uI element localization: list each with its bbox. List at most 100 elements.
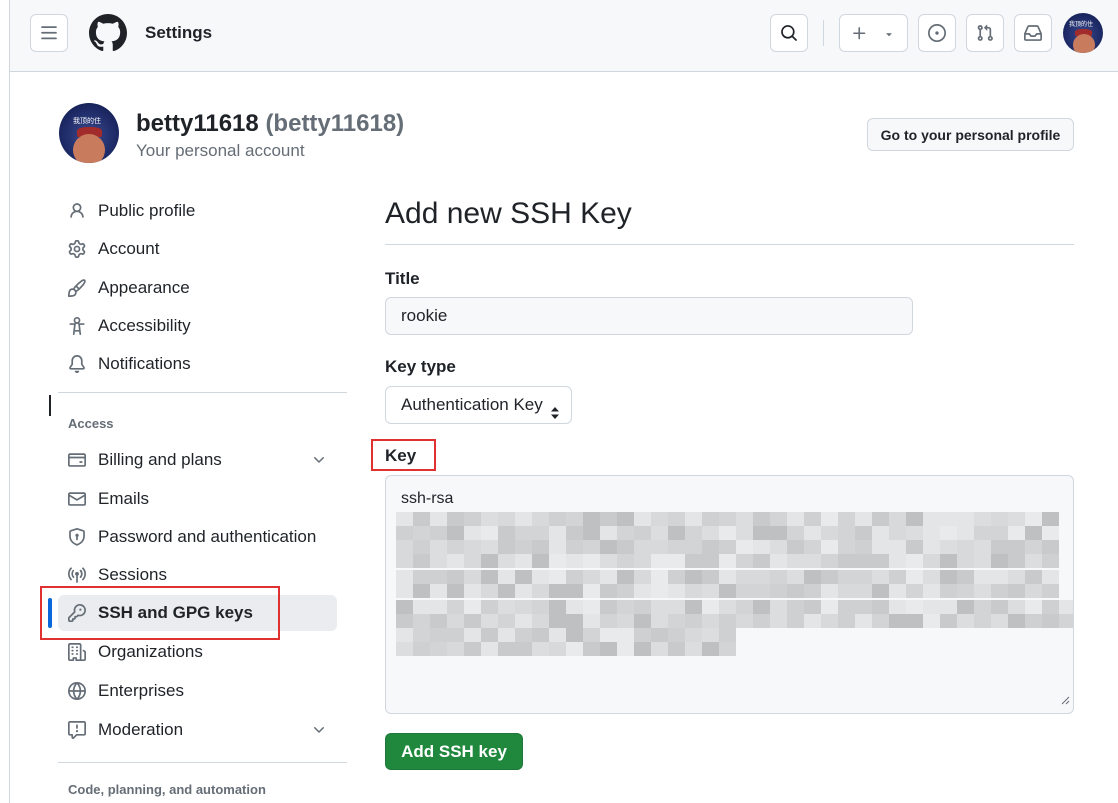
redaction-pixel <box>1042 570 1059 584</box>
redaction-pixel <box>1042 600 1059 614</box>
add-ssh-key-button[interactable]: Add SSH key <box>385 733 523 770</box>
user-avatar-header[interactable]: 我顶的住 <box>1063 13 1103 53</box>
redaction-pixel <box>804 600 821 614</box>
sidebar-item-label: Emails <box>98 489 150 508</box>
redaction-pixel <box>515 628 532 642</box>
redaction-pixel <box>991 540 1008 554</box>
bell-icon <box>68 355 88 375</box>
profile-name[interactable]: betty11618 (betty11618) <box>136 110 404 138</box>
redaction-pixel <box>957 570 974 584</box>
redaction-pixel <box>498 600 515 614</box>
redaction-pixel <box>634 570 651 584</box>
redaction-pixel <box>464 540 481 554</box>
sidebar-item-enterprises[interactable]: Enterprises <box>58 673 337 709</box>
sidebar-item-moderation[interactable]: Moderation <box>58 712 337 748</box>
redaction-pixel <box>872 526 889 540</box>
inbox-button[interactable] <box>1014 14 1052 52</box>
redaction-pixel <box>1025 614 1042 628</box>
redaction-pixel <box>498 628 515 642</box>
redaction-pixel <box>770 600 787 614</box>
redaction-pixel <box>600 642 617 656</box>
redaction-pixel <box>753 570 770 584</box>
redaction-pixel <box>651 628 668 642</box>
issues-button[interactable] <box>918 14 956 52</box>
pull-requests-button[interactable] <box>966 14 1004 52</box>
redaction-pixel <box>889 554 906 568</box>
redaction-pixel <box>685 540 702 554</box>
redaction-pixel <box>447 526 464 540</box>
key-value-text: ssh-rsa <box>401 490 454 507</box>
key-textarea[interactable]: ssh-rsa <box>385 475 1074 714</box>
menu-button[interactable] <box>30 14 68 52</box>
redaction-pixel <box>804 584 821 598</box>
sidebar-item-appearance[interactable]: Appearance <box>58 270 337 306</box>
redaction-pixel <box>413 512 430 526</box>
redaction-pixel <box>396 600 413 614</box>
redaction-pixel <box>430 614 447 628</box>
go-to-profile-button[interactable]: Go to your personal profile <box>867 118 1074 151</box>
redaction-pixel <box>974 570 991 584</box>
redaction-pixel <box>872 554 889 568</box>
redaction-pixel <box>804 526 821 540</box>
redaction-pixel <box>396 614 413 628</box>
title-divider <box>385 244 1074 245</box>
redaction-pixel <box>787 540 804 554</box>
search-button[interactable] <box>770 14 808 52</box>
redaction-pixel <box>549 512 566 526</box>
sidebar-item-accessibility[interactable]: Accessibility <box>58 308 337 344</box>
redaction-pixel <box>770 614 787 628</box>
create-new-button[interactable] <box>839 14 908 52</box>
redaction-pixel <box>719 570 736 584</box>
redaction-pixel <box>685 584 702 598</box>
sidebar-item-password-auth[interactable]: Password and authentication <box>58 519 337 555</box>
redaction-pixel <box>940 540 957 554</box>
sidebar-separator <box>58 392 347 393</box>
redaction-pixel <box>464 570 481 584</box>
sidebar-item-emails[interactable]: Emails <box>58 481 337 517</box>
redaction-pixel <box>396 584 413 598</box>
redaction-pixel <box>634 642 651 656</box>
resize-handle-icon[interactable] <box>1060 692 1070 710</box>
redaction-pixel <box>464 554 481 568</box>
redaction-pixel <box>957 512 974 526</box>
redaction-pixel <box>464 526 481 540</box>
sidebar-item-label: Moderation <box>98 720 184 739</box>
redaction-pixel <box>872 600 889 614</box>
redaction-pixel <box>770 584 787 598</box>
redaction-pixel <box>668 540 685 554</box>
redaction-pixel <box>617 512 634 526</box>
redaction-pixel <box>498 584 515 598</box>
redaction-pixel <box>498 570 515 584</box>
github-logo-icon[interactable] <box>89 14 127 52</box>
header-context-title[interactable]: Settings <box>145 23 212 43</box>
redaction-pixel <box>600 512 617 526</box>
redaction-pixel <box>600 554 617 568</box>
sidebar-item-account[interactable]: Account <box>58 231 337 267</box>
redaction-pixel <box>566 512 583 526</box>
sidebar-item-public-profile[interactable]: Public profile <box>58 193 337 229</box>
redaction-pixel <box>872 570 889 584</box>
redaction-pixel <box>447 628 464 642</box>
redaction-pixel <box>1042 512 1059 526</box>
user-avatar-large[interactable]: 我顶的住 <box>59 103 119 163</box>
redaction-pixel <box>447 570 464 584</box>
report-icon <box>68 721 88 741</box>
key-type-select[interactable]: Authentication Key <box>385 386 572 424</box>
redaction-pixel <box>957 600 974 614</box>
title-input[interactable]: rookie <box>385 297 913 335</box>
redaction-pixel <box>1025 512 1042 526</box>
sidebar-item-notifications[interactable]: Notifications <box>58 346 337 382</box>
redaction-pixel <box>889 600 906 614</box>
sidebar-item-billing[interactable]: Billing and plans <box>58 442 337 478</box>
redaction-pixel <box>770 526 787 540</box>
gear-icon <box>68 240 88 260</box>
redaction-pixel <box>770 570 787 584</box>
redaction-pixel <box>396 554 413 568</box>
redaction-pixel <box>787 570 804 584</box>
redaction-pixel <box>821 512 838 526</box>
redaction-pixel <box>413 526 430 540</box>
redaction-pixel <box>736 554 753 568</box>
redaction-pixel <box>532 600 549 614</box>
redaction-pixel <box>719 554 736 568</box>
redaction-pixel <box>719 628 736 642</box>
